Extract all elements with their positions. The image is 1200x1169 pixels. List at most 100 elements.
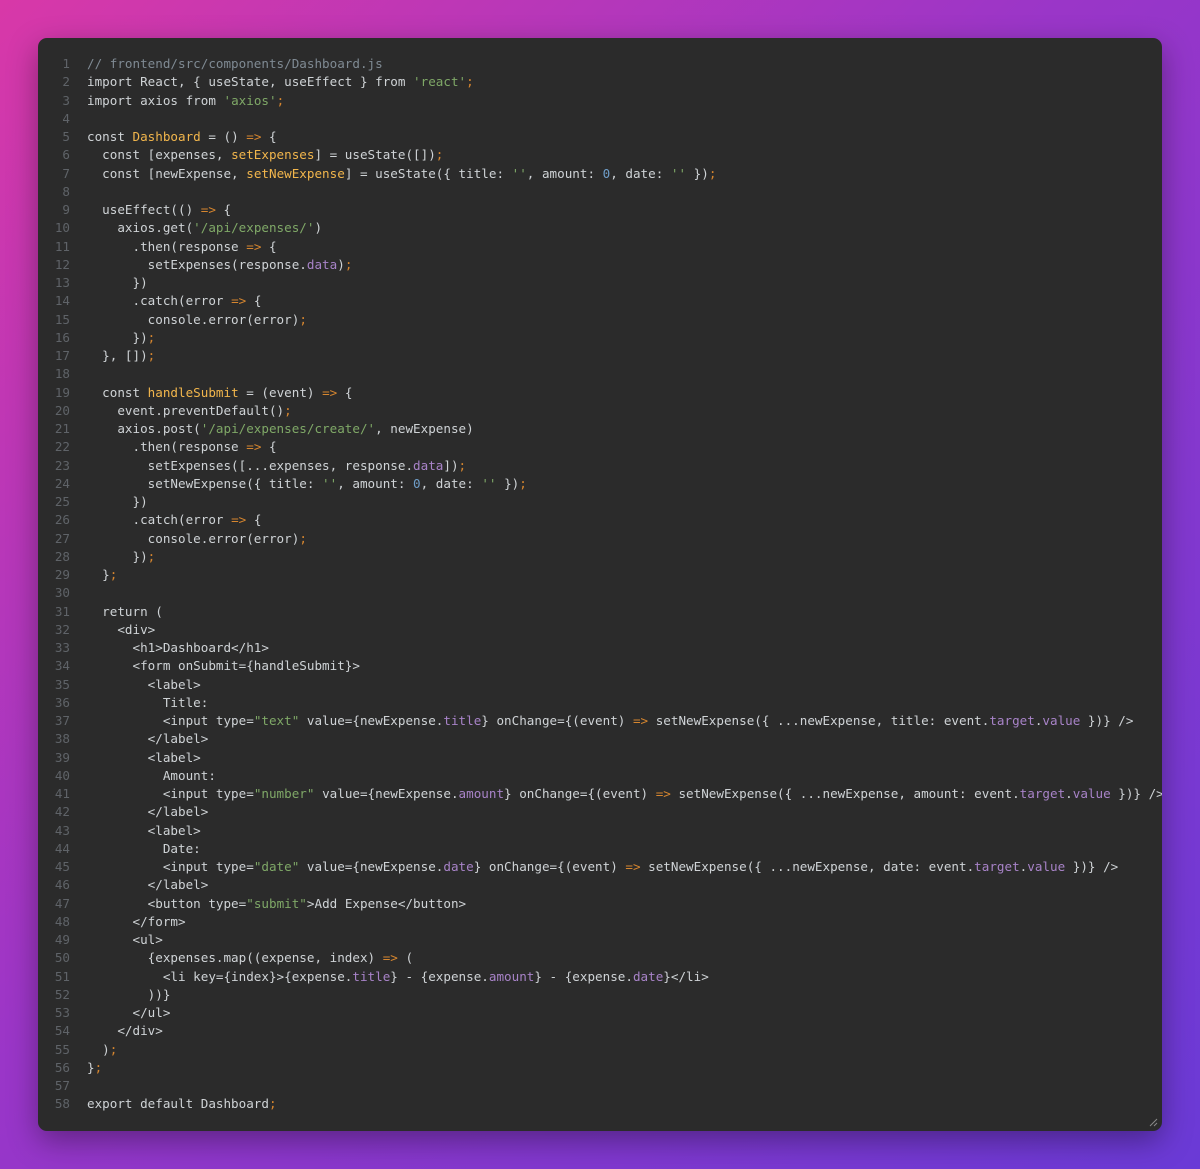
- line-source: </label>: [87, 803, 209, 821]
- line-number: 6: [62, 147, 70, 163]
- code-line: 20 event.preventDefault();: [38, 402, 1162, 420]
- code-line: 38 </label>: [38, 730, 1162, 748]
- code-token: =>: [246, 439, 262, 455]
- line-source: }): [87, 274, 148, 292]
- code-token: (: [397, 950, 414, 966]
- code-token: ;: [458, 457, 467, 473]
- line-number: 27: [54, 530, 70, 546]
- code-token: ;: [299, 311, 307, 327]
- code-editor-window: 1 // frontend/src/components/Dashboard.js…: [38, 38, 1162, 1131]
- code-token: <form onSubmit={handleSubmit}>: [87, 658, 360, 674]
- code-token: value={newExpense.: [299, 859, 444, 874]
- code-token: <input type=: [87, 786, 254, 801]
- code-token: }): [87, 494, 148, 509]
- line-number: 3: [62, 92, 70, 108]
- code-token: ): [337, 256, 345, 272]
- code-token: value: [1027, 859, 1066, 874]
- code-token: ;: [147, 329, 156, 345]
- line-number: 38: [54, 731, 70, 747]
- resize-grip-icon[interactable]: [1148, 1117, 1158, 1127]
- line-number: 53: [54, 1005, 70, 1020]
- line-number: 9: [62, 202, 70, 217]
- line-source: export default Dashboard;: [87, 1095, 277, 1113]
- code-line: 54 </div>: [38, 1022, 1162, 1040]
- code-token: ;: [109, 567, 118, 582]
- code-token: ): [314, 220, 323, 236]
- line-number: 49: [54, 932, 70, 947]
- code-token: setNewExpense({ title:: [87, 475, 323, 491]
- line-number: 51: [54, 968, 70, 984]
- code-line: 7 const [newExpense, setNewExpense] = us…: [38, 165, 1162, 183]
- line-source: Date:: [87, 840, 201, 858]
- code-token: const: [87, 129, 133, 144]
- code-token: amount: [458, 786, 505, 801]
- code-token: axios.get(: [87, 220, 194, 236]
- code-token: <input type=: [87, 859, 254, 874]
- code-token: setNewExpense({ ...newExpense, date: eve…: [640, 859, 975, 874]
- line-source: const handleSubmit = (event) => {: [87, 384, 352, 402]
- line-source: });: [87, 548, 155, 566]
- code-line: 6 const [expenses, setExpenses] = useSta…: [38, 146, 1162, 164]
- line-number: 46: [54, 877, 70, 893]
- code-token: >Add Expense</button>: [306, 895, 467, 911]
- line-number: 52: [54, 986, 70, 1002]
- code-line: 24 setNewExpense({ title: '', amount: 0,…: [38, 475, 1162, 493]
- line-number: 10: [54, 220, 70, 236]
- code-token: }): [87, 275, 148, 290]
- code-line: 25 }): [38, 493, 1162, 511]
- line-source: .then(response => {: [87, 438, 276, 456]
- line-number: 54: [54, 1023, 70, 1039]
- code-token: title: [352, 968, 391, 984]
- code-token: setExpenses: [231, 147, 315, 163]
- line-number: 56: [54, 1059, 70, 1075]
- code-line: 30: [38, 584, 1162, 602]
- line-source: );: [87, 1041, 117, 1059]
- code-line: 41 <input type="number" value={newExpens…: [38, 785, 1162, 803]
- code-token: }): [87, 329, 148, 345]
- line-number: 4: [62, 110, 70, 126]
- code-token: })} />: [1110, 786, 1162, 801]
- code-token: console.error(error): [87, 530, 300, 546]
- line-number: 50: [54, 950, 70, 966]
- code-line: 3 import axios from 'axios';: [38, 92, 1162, 110]
- code-token: =>: [632, 713, 649, 728]
- code-block[interactable]: 1 // frontend/src/components/Dashboard.js…: [38, 55, 1162, 1114]
- code-token: <ul>: [87, 932, 163, 947]
- code-token: <label>: [87, 676, 201, 692]
- code-token: , date:: [420, 475, 482, 491]
- code-token: // frontend/src/components/Dashboard.js: [87, 56, 383, 71]
- code-token: '': [481, 475, 497, 491]
- code-token: '': [670, 165, 687, 181]
- code-line: 48 </form>: [38, 913, 1162, 931]
- code-line: 11 .then(response => {: [38, 238, 1162, 256]
- code-line: 1 // frontend/src/components/Dashboard.js: [38, 55, 1162, 73]
- code-token: </ul>: [87, 1005, 171, 1020]
- code-token: ))}: [87, 986, 171, 1002]
- code-token: } onChange={(event): [473, 859, 626, 874]
- code-token: amount: [488, 968, 535, 984]
- code-token: '': [322, 475, 338, 491]
- code-token: <h1>Dashboard</h1>: [87, 640, 269, 655]
- code-line: 49 <ul>: [38, 931, 1162, 949]
- code-token: value={newExpense.: [299, 713, 444, 728]
- code-line: 32 <div>: [38, 621, 1162, 639]
- code-token: axios.post(: [87, 421, 201, 436]
- code-token: "number": [253, 786, 315, 801]
- line-source: <label>: [87, 676, 201, 694]
- line-number: 20: [54, 402, 70, 418]
- line-source: // frontend/src/components/Dashboard.js: [87, 55, 383, 73]
- line-number: 12: [54, 256, 70, 272]
- code-token: data: [306, 256, 338, 272]
- line-source: }): [87, 493, 148, 511]
- code-token: setNewExpense: [246, 165, 345, 181]
- code-token: }</li>: [663, 968, 709, 984]
- code-token: <label>: [87, 822, 201, 838]
- code-token: =>: [231, 293, 247, 309]
- code-token: ;: [708, 165, 717, 181]
- code-token: ;: [94, 1059, 103, 1075]
- line-number: 31: [54, 603, 70, 619]
- line-number: 39: [54, 749, 70, 765]
- code-token: , date:: [610, 165, 671, 181]
- line-source: event.preventDefault();: [87, 402, 291, 420]
- line-source: {expenses.map((expense, index) => (: [87, 949, 413, 967]
